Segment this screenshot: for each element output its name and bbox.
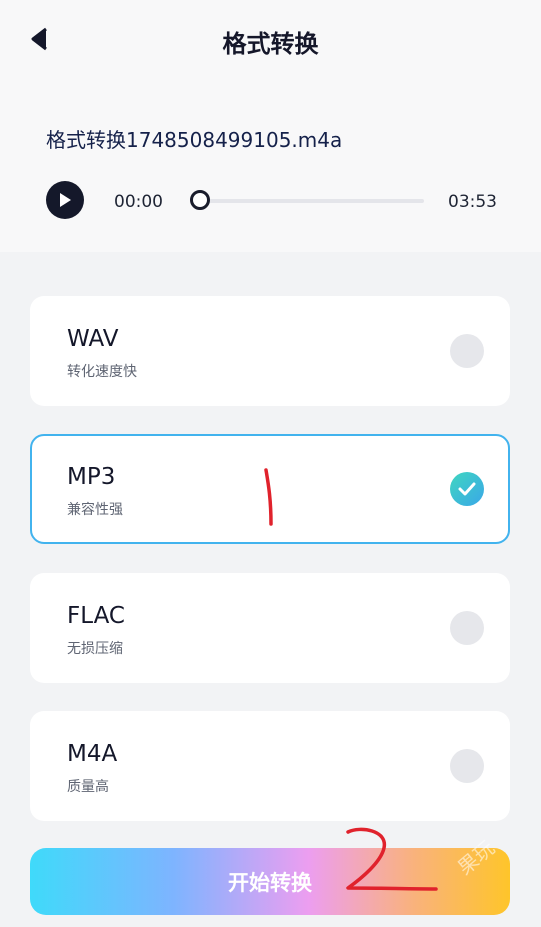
- duration: 03:53: [448, 192, 497, 212]
- radio-checked[interactable]: [450, 472, 484, 506]
- format-name: M4A: [67, 741, 118, 767]
- format-name: MP3: [67, 464, 116, 490]
- format-desc: 无损压缩: [67, 641, 123, 657]
- format-desc: 转化速度快: [67, 364, 137, 380]
- player-panel: 格式转换 格式转换1748508499105.m4a 00:00 03:53: [0, 0, 541, 252]
- progress-thumb[interactable]: [190, 190, 210, 210]
- play-button[interactable]: [46, 181, 84, 219]
- format-name: FLAC: [67, 603, 125, 629]
- play-icon: [60, 193, 71, 207]
- format-convert-screen: 格式转换 格式转换1748508499105.m4a 00:00 03:53 W…: [0, 0, 541, 927]
- format-option-mp3[interactable]: MP3 兼容性强: [30, 434, 510, 544]
- page-title: 格式转换: [222, 30, 319, 58]
- format-desc: 兼容性强: [67, 502, 123, 518]
- file-name: 格式转换1748508499105.m4a: [46, 128, 343, 152]
- format-option-m4a[interactable]: M4A 质量高: [30, 711, 510, 821]
- radio-unchecked[interactable]: [450, 611, 484, 645]
- current-time: 00:00: [114, 192, 163, 212]
- progress-track[interactable]: [200, 199, 424, 203]
- check-icon: [458, 482, 476, 496]
- format-name: WAV: [67, 326, 119, 352]
- radio-unchecked[interactable]: [450, 334, 484, 368]
- start-convert-button[interactable]: 开始转换: [30, 848, 510, 915]
- format-option-wav[interactable]: WAV 转化速度快: [30, 296, 510, 406]
- format-desc: 质量高: [67, 779, 109, 795]
- format-option-flac[interactable]: FLAC 无损压缩: [30, 573, 510, 683]
- radio-unchecked[interactable]: [450, 749, 484, 783]
